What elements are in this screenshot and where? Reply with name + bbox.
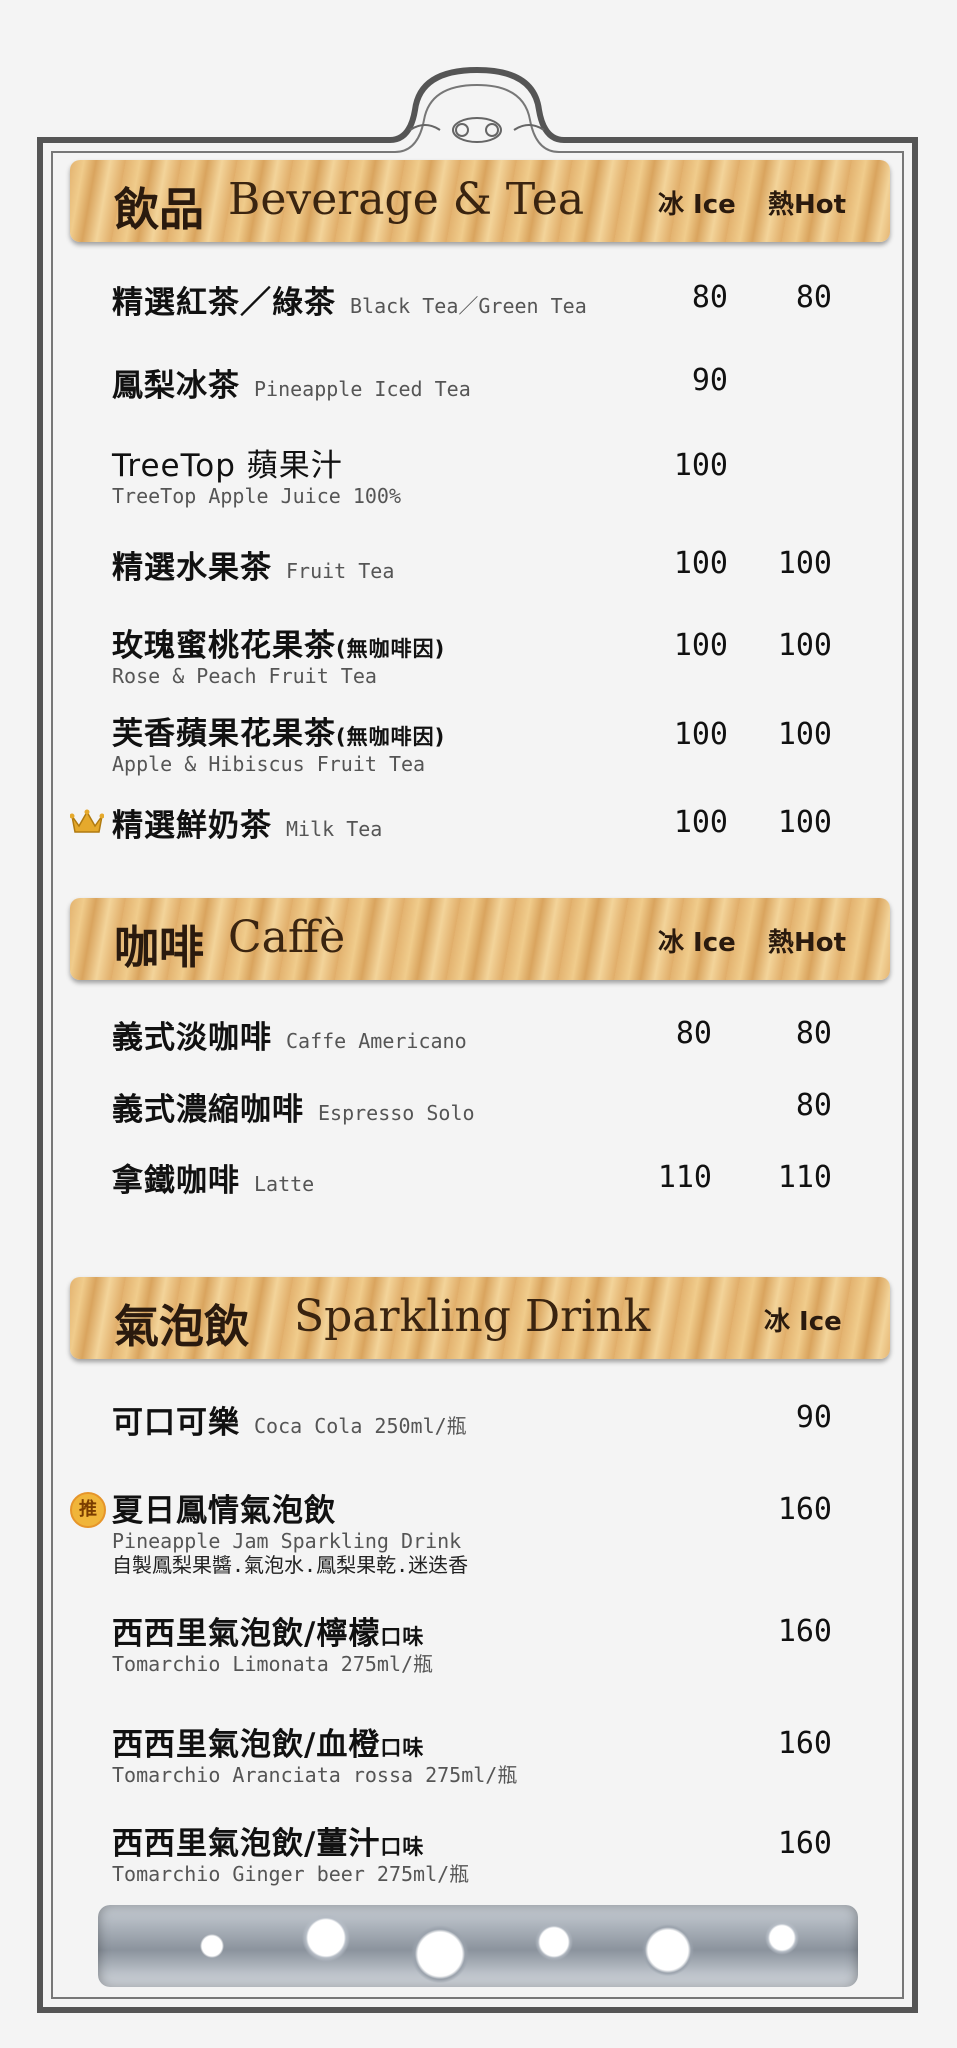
item-name-en: Caffe Americano — [286, 1029, 467, 1053]
section-title-cjk: 飲品 — [114, 183, 205, 236]
item-flavor: 口味 — [380, 1736, 425, 1760]
price-ice: 100 — [673, 717, 728, 752]
item-name-en: Pineapple Iced Tea — [254, 377, 471, 401]
section-title-en: Beverage & Tea — [228, 174, 585, 225]
item-name-en: Tomarchio Limonata 275ml/瓶 — [112, 1652, 434, 1676]
price-ice: 90 — [795, 1400, 832, 1435]
column-hot-label: 熱Hot — [768, 928, 847, 958]
item-name-zh: 夏日鳳情氣泡飲 — [112, 1493, 336, 1529]
item-note: (無咖啡因) — [336, 637, 446, 661]
column-ice-label: 冰 Ice — [658, 928, 736, 958]
price-ice: 80 — [675, 1016, 712, 1051]
item-name-en: Apple & Hibiscus Fruit Tea — [112, 752, 426, 776]
item-name-zh: 西西里氣泡飲/血橙 — [112, 1727, 381, 1763]
price-ice: 100 — [673, 805, 728, 840]
price-ice: 160 — [777, 1726, 832, 1761]
price-ice: 160 — [777, 1614, 832, 1649]
item-name-zh: 精選紅茶／綠茶 — [112, 285, 336, 321]
item-name-en: Espresso Solo — [318, 1101, 475, 1125]
price-ice: 110 — [657, 1160, 712, 1195]
recommended-badge: 推 — [70, 1492, 106, 1528]
column-ice-label: 冰 Ice — [764, 1307, 842, 1337]
item-name-zh: 西西里氣泡飲/檸檬 — [112, 1616, 381, 1652]
section-title-cjk: 氣泡飲 — [114, 1300, 250, 1353]
price-ice: 100 — [673, 628, 728, 663]
price-hot: 110 — [777, 1160, 832, 1195]
item-name-en: Rose & Peach Fruit Tea — [112, 664, 377, 688]
item-name-zh: 鳳梨冰茶 — [112, 368, 240, 404]
item-name-en: Latte — [254, 1172, 315, 1196]
item-description: 自製鳳梨果醬.氣泡水.鳳梨果乾.迷迭香 — [112, 1553, 469, 1577]
item-name-en: Tomarchio Ginger beer 275ml/瓶 — [112, 1862, 470, 1886]
item-name-zh: 可口可樂 — [112, 1405, 240, 1441]
item-note: (無咖啡因) — [336, 725, 446, 749]
item-name-zh: 拿鐵咖啡 — [112, 1163, 240, 1199]
price-hot: 100 — [777, 805, 832, 840]
item-name-en: TreeTop Apple Juice 100% — [112, 484, 401, 508]
item-name-en: Fruit Tea — [286, 559, 395, 583]
column-hot-label: 熱Hot — [768, 190, 847, 220]
sparkling-bubbles-image — [98, 1905, 858, 1987]
item-flavor: 口味 — [380, 1835, 425, 1859]
menu-item: 鳳梨冰茶 Pineapple Iced Tea — [112, 360, 872, 405]
item-name-en: Black Tea／Green Tea — [350, 294, 587, 318]
price-ice: 100 — [673, 546, 728, 581]
price-hot: 100 — [777, 628, 832, 663]
price-ice: 100 — [673, 448, 728, 483]
item-name-en: Coca Cola 250ml/瓶 — [254, 1414, 467, 1438]
menu-item: TreeTop 蘋果汁 TreeTop Apple Juice 100% — [112, 440, 872, 507]
price-ice: 160 — [777, 1492, 832, 1527]
price-hot: 100 — [777, 717, 832, 752]
section-title-cjk: 咖啡 — [114, 921, 205, 974]
section-title-en: Sparkling Drink — [294, 1291, 651, 1342]
price-hot: 80 — [795, 280, 832, 315]
price-hot: 80 — [795, 1016, 832, 1051]
crown-icon — [70, 809, 104, 833]
price-ice: 80 — [691, 280, 728, 315]
item-name-en: Tomarchio Aranciata rossa 275ml/瓶 — [112, 1763, 518, 1787]
item-name-zh: 西西里氣泡飲/薑汁 — [112, 1826, 381, 1862]
item-name-zh: 精選水果茶 — [112, 550, 272, 586]
price-ice: 160 — [777, 1826, 832, 1861]
item-name-zh: 精選鮮奶茶 — [112, 808, 272, 844]
item-name-en: Milk Tea — [286, 817, 383, 841]
item-name-zh: 芙香蘋果花果茶 — [112, 716, 336, 752]
item-flavor: 口味 — [380, 1625, 425, 1649]
item-name-en: Pineapple Jam Sparkling Drink — [112, 1529, 462, 1553]
section-header-beverage: 飲品 Beverage & Tea 冰 Ice 熱Hot — [70, 160, 890, 242]
item-name-zh: TreeTop 蘋果汁 — [112, 448, 343, 484]
item-name-zh: 義式濃縮咖啡 — [112, 1092, 304, 1128]
item-name-zh: 玫瑰蜜桃花果茶 — [112, 628, 336, 664]
section-header-caffe: 咖啡 Caffè 冰 Ice 熱Hot — [70, 898, 890, 980]
section-header-sparkling: 氣泡飲 Sparkling Drink 冰 Ice — [70, 1277, 890, 1359]
price-ice: 90 — [691, 363, 728, 398]
item-name-zh: 義式淡咖啡 — [112, 1020, 272, 1056]
section-title-en: Caffè — [228, 912, 346, 963]
price-hot: 100 — [777, 546, 832, 581]
price-hot: 80 — [795, 1088, 832, 1123]
column-ice-label: 冰 Ice — [658, 190, 736, 220]
